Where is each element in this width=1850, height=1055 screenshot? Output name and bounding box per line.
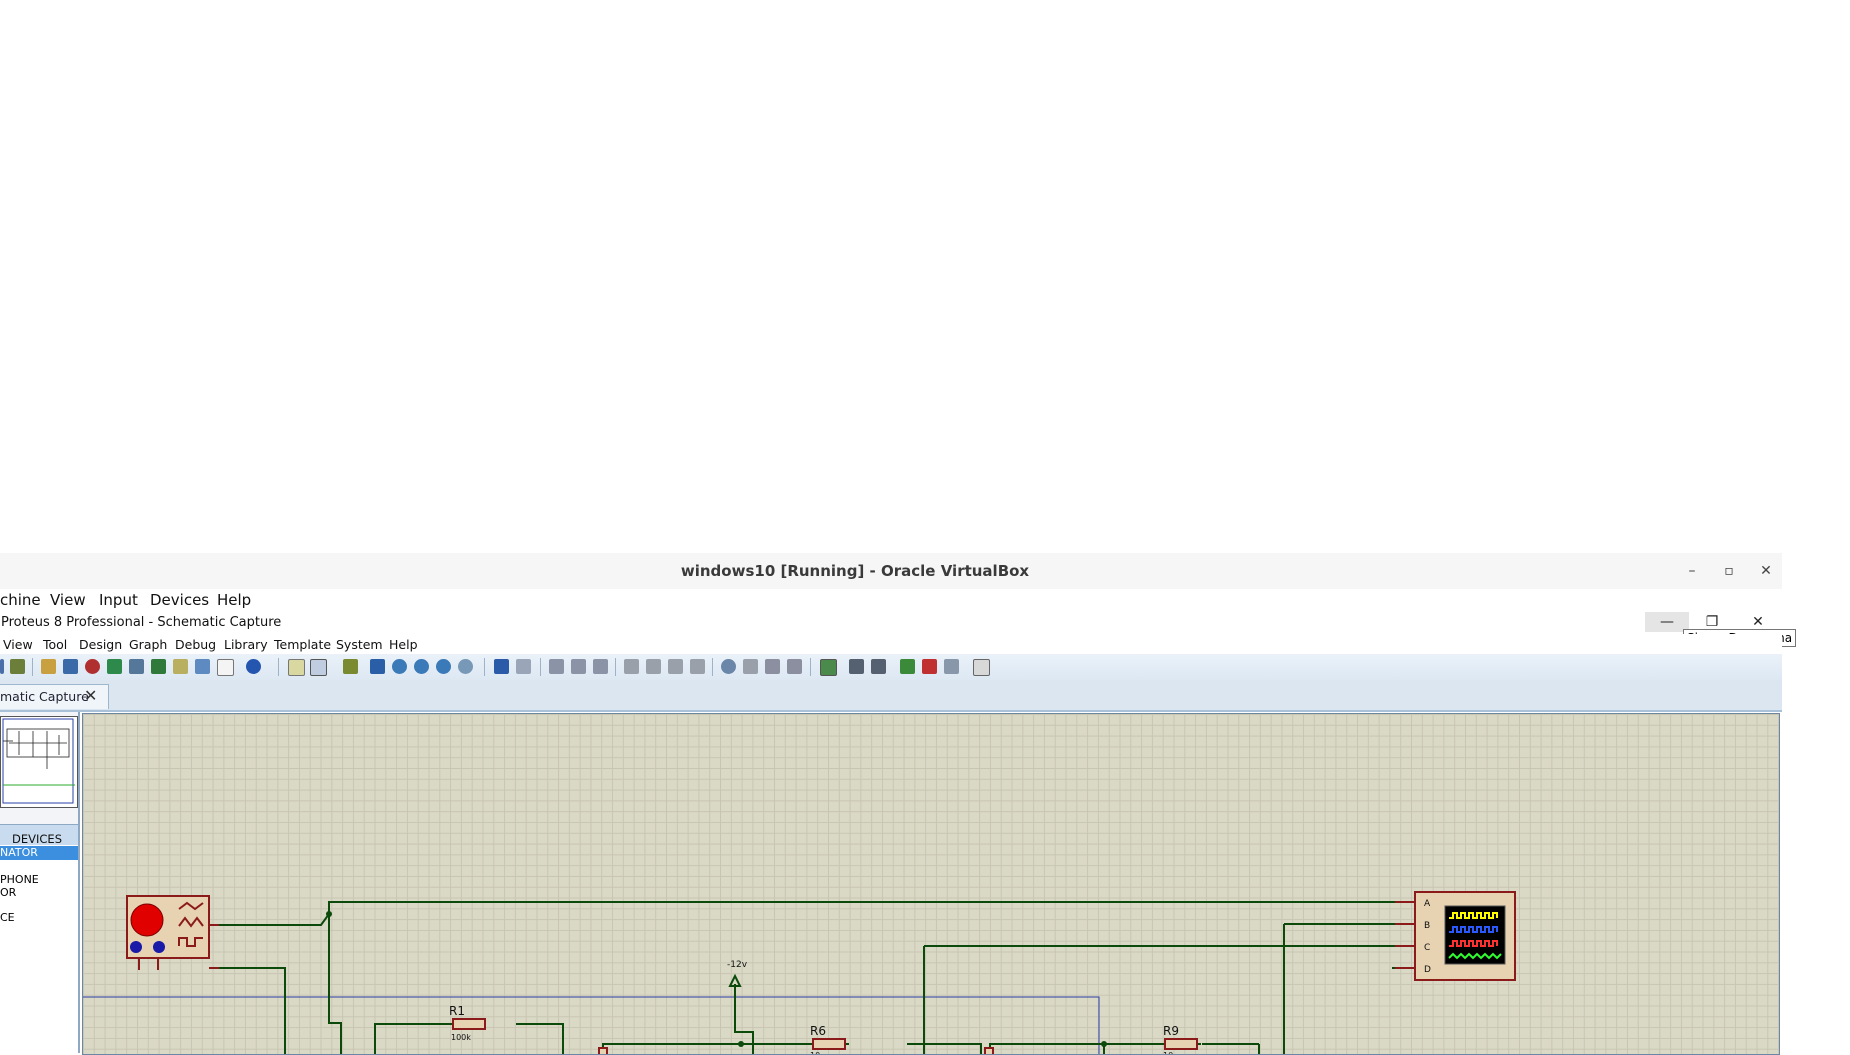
proteus-window-title: Proteus 8 Professional - Schematic Captu… bbox=[1, 615, 282, 630]
packaging-tool-icon[interactable] bbox=[765, 659, 780, 674]
remove-sheet-icon[interactable] bbox=[922, 659, 937, 674]
vbox-minimize-button[interactable]: – bbox=[1681, 560, 1703, 582]
refresh-icon[interactable] bbox=[288, 659, 305, 676]
origin-icon[interactable] bbox=[343, 659, 358, 674]
menu-debug[interactable]: Debug bbox=[175, 637, 216, 652]
menu-view[interactable]: View bbox=[3, 637, 33, 652]
open-icon[interactable] bbox=[10, 659, 25, 674]
menu-library[interactable]: Library bbox=[224, 637, 268, 652]
vbox-menu-devices[interactable]: Devices bbox=[150, 591, 209, 609]
left-panel: DEVICES NATOR PHONE OR CE bbox=[0, 712, 80, 1053]
block-move-icon[interactable] bbox=[646, 659, 661, 674]
power-rail-minus12v: -12v bbox=[727, 960, 748, 987]
r6-label: R6 bbox=[810, 1024, 826, 1038]
vbox-menu-help[interactable]: Help bbox=[217, 591, 251, 609]
search-icon[interactable] bbox=[849, 659, 864, 674]
3d-view-icon[interactable] bbox=[129, 659, 144, 674]
menu-help[interactable]: Help bbox=[389, 637, 418, 652]
block-rotate-icon[interactable] bbox=[668, 659, 683, 674]
document-tabbar: matic Capture ✕ bbox=[0, 680, 1782, 712]
schematic-icon[interactable] bbox=[63, 659, 78, 674]
r1-value: 100k bbox=[451, 1033, 471, 1042]
vbox-restore-button[interactable]: ▫ bbox=[1718, 560, 1740, 582]
property-tool-icon[interactable] bbox=[871, 659, 886, 674]
tab-schematic-capture[interactable]: matic Capture ✕ bbox=[0, 684, 109, 709]
device-item[interactable]: OR bbox=[0, 886, 78, 900]
bom-icon[interactable] bbox=[151, 659, 166, 674]
resistor-r9: R9 10 bbox=[1163, 1024, 1198, 1054]
exit-to-parent-icon[interactable] bbox=[944, 659, 959, 674]
undo-icon[interactable] bbox=[494, 659, 509, 674]
menu-tool[interactable]: Tool bbox=[43, 637, 67, 652]
pan-icon[interactable] bbox=[370, 659, 385, 674]
virtualbox-menubar: chine View Input Devices Help bbox=[0, 589, 1782, 612]
menu-design[interactable]: Design bbox=[79, 637, 122, 652]
tab-label: matic Capture bbox=[0, 689, 89, 704]
home-icon[interactable] bbox=[41, 659, 56, 674]
proteus-toolbar bbox=[0, 654, 1782, 681]
vbox-menu-input[interactable]: Input bbox=[99, 591, 138, 609]
schematic-canvas[interactable]: -12v R1 100k R6 10 R9 10 bbox=[82, 713, 1780, 1055]
overview-preview[interactable] bbox=[0, 716, 78, 808]
zoom-in-icon[interactable] bbox=[392, 659, 407, 674]
menu-graph[interactable]: Graph bbox=[129, 637, 167, 652]
document-icon[interactable] bbox=[217, 659, 234, 676]
window-title: windows10 [Running] - Oracle VirtualBox bbox=[680, 562, 1030, 580]
wire-autorouter-icon[interactable] bbox=[820, 659, 837, 676]
function-generator bbox=[126, 895, 219, 970]
grid-icon[interactable] bbox=[310, 659, 327, 676]
rail-label: -12v bbox=[727, 960, 748, 970]
devices-header-label: DEVICES bbox=[12, 832, 62, 846]
decompose-icon[interactable] bbox=[787, 659, 802, 674]
pin-c-label: C bbox=[1424, 943, 1430, 953]
redo-icon[interactable] bbox=[516, 659, 531, 674]
electrical-rule-check-icon[interactable] bbox=[973, 659, 990, 676]
overview-thumbnail bbox=[2, 718, 75, 804]
device-item[interactable]: NATOR bbox=[0, 846, 78, 860]
device-item[interactable]: PHONE bbox=[0, 873, 78, 887]
gerber-icon[interactable] bbox=[107, 659, 122, 674]
zoom-all-icon[interactable] bbox=[436, 659, 451, 674]
virtualbox-titlebar: windows10 [Running] - Oracle VirtualBox … bbox=[0, 553, 1782, 590]
make-device-icon[interactable] bbox=[743, 659, 758, 674]
pin-d-label: D bbox=[1424, 965, 1431, 975]
r1-label: R1 bbox=[449, 1004, 465, 1018]
tool-edge-icon[interactable] bbox=[0, 659, 4, 674]
help-icon[interactable] bbox=[246, 659, 261, 674]
proteus-menubar: View Tool Design Graph Debug Library Tem… bbox=[0, 634, 1782, 654]
pcb-icon[interactable] bbox=[85, 659, 100, 674]
vbox-menu-machine[interactable]: chine bbox=[0, 591, 41, 609]
pick-device-icon[interactable] bbox=[721, 659, 736, 674]
menu-system[interactable]: System bbox=[336, 637, 383, 652]
block-copy-icon[interactable] bbox=[624, 659, 639, 674]
vbox-close-button[interactable]: ✕ bbox=[1755, 560, 1777, 582]
schematic-drawing: -12v R1 100k R6 10 R9 10 bbox=[83, 891, 1516, 1054]
resistor-r1: R1 100k bbox=[449, 1004, 486, 1042]
device-list: NATOR PHONE OR CE bbox=[0, 845, 78, 1053]
cut-icon[interactable] bbox=[549, 659, 564, 674]
block-delete-icon[interactable] bbox=[690, 659, 705, 674]
paste-icon[interactable] bbox=[593, 659, 608, 674]
oscilloscope: A B C D bbox=[1395, 891, 1516, 981]
close-tab-icon[interactable]: ✕ bbox=[84, 686, 97, 705]
proteus-titlebar: Proteus 8 Professional - Schematic Captu… bbox=[0, 612, 1782, 634]
source-code-icon[interactable] bbox=[173, 659, 188, 674]
zoom-area-icon[interactable] bbox=[458, 659, 473, 674]
resistor-r6: R6 10 bbox=[810, 1024, 846, 1054]
devices-header: DEVICES bbox=[0, 824, 78, 846]
zoom-out-icon[interactable] bbox=[414, 659, 429, 674]
sheet-border bbox=[83, 996, 1100, 1054]
vbox-menu-view[interactable]: View bbox=[50, 591, 86, 609]
new-sheet-icon[interactable] bbox=[900, 659, 915, 674]
device-item[interactable]: CE bbox=[0, 911, 78, 925]
copy-icon[interactable] bbox=[571, 659, 586, 674]
menu-template[interactable]: Template bbox=[274, 637, 331, 652]
pin-a-label: A bbox=[1424, 899, 1431, 909]
debug-icon[interactable] bbox=[195, 659, 210, 674]
pin-b-label: B bbox=[1424, 921, 1430, 931]
r9-label: R9 bbox=[1163, 1024, 1179, 1038]
